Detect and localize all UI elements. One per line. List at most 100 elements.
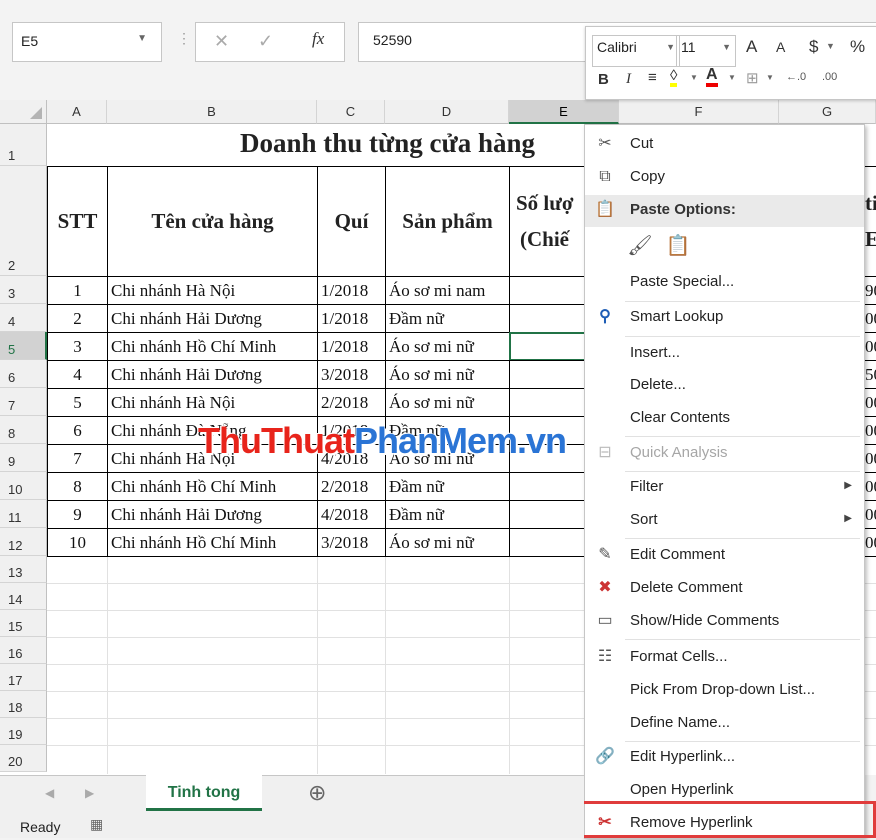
- name-box[interactable]: E5 ▼: [12, 22, 162, 62]
- cell-store[interactable]: Chi nhánh Hồ Chí Minh: [107, 528, 318, 557]
- column-header-a[interactable]: A: [47, 100, 107, 124]
- row-header-7[interactable]: 7: [0, 388, 47, 416]
- scroll-left-icon[interactable]: ◀: [45, 786, 54, 800]
- cell-g[interactable]: 90: [865, 276, 876, 305]
- cancel-icon[interactable]: ✕: [214, 31, 229, 52]
- font-color-icon[interactable]: A: [706, 67, 718, 87]
- column-header-c[interactable]: C: [317, 100, 385, 124]
- select-all-corner[interactable]: [0, 100, 47, 124]
- cell-stt[interactable]: 4: [47, 360, 108, 389]
- cell-stt[interactable]: 3: [47, 332, 108, 361]
- row-header-6[interactable]: 6: [0, 360, 47, 388]
- chevron-down-icon[interactable]: ▼: [766, 73, 774, 82]
- column-header-d[interactable]: D: [385, 100, 509, 124]
- cell-stt[interactable]: 8: [47, 472, 108, 501]
- chevron-down-icon[interactable]: ▼: [690, 73, 698, 82]
- cell-product[interactable]: Áo sơ mi nam: [385, 276, 510, 305]
- header-stt[interactable]: STT: [47, 166, 108, 277]
- cell-store[interactable]: Chi nhánh Hải Dương: [107, 304, 318, 333]
- cell-quarter[interactable]: 1/2018: [317, 276, 386, 305]
- cell-stt[interactable]: 5: [47, 388, 108, 417]
- menu-item-delete[interactable]: Delete...: [585, 370, 864, 402]
- cell-g[interactable]: 00: [865, 416, 876, 445]
- increase-decimal-icon[interactable]: ←.0: [786, 71, 806, 83]
- menu-item-delete-comment[interactable]: ✖ Delete Comment: [585, 573, 864, 605]
- grow-font-icon[interactable]: A: [746, 37, 757, 57]
- cell-g[interactable]: 50: [865, 360, 876, 389]
- percent-icon[interactable]: %: [850, 37, 865, 57]
- cell-quarter[interactable]: 4/2018: [317, 500, 386, 529]
- cell-store[interactable]: Chi nhánh Hải Dương: [107, 360, 318, 389]
- row-header-5[interactable]: 5: [0, 332, 47, 360]
- cell-quarter[interactable]: 1/2018: [317, 332, 386, 361]
- sheet-tab-tinh-tong[interactable]: Tinh tong: [146, 775, 262, 811]
- chevron-down-icon[interactable]: ▼: [826, 41, 835, 51]
- row-header-14[interactable]: 14: [0, 583, 47, 610]
- row-header-8[interactable]: 8: [0, 416, 47, 444]
- menu-item-sort[interactable]: Sort ▶: [585, 505, 864, 537]
- header-product[interactable]: Sản phẩm: [385, 166, 510, 277]
- menu-item-clear-contents[interactable]: Clear Contents: [585, 403, 864, 435]
- row-header-12[interactable]: 12: [0, 528, 47, 556]
- cell-product[interactable]: Đầm nữ: [385, 500, 510, 529]
- cell-store[interactable]: Chi nhánh Hà Nội: [107, 276, 318, 305]
- cell-quarter[interactable]: 1/2018: [317, 304, 386, 333]
- italic-button[interactable]: I: [626, 71, 631, 88]
- cell-product[interactable]: Đầm nữ: [385, 472, 510, 501]
- cell-product[interactable]: Áo sơ mi nữ: [385, 360, 510, 389]
- row-header-3[interactable]: 3: [0, 276, 47, 304]
- chevron-down-icon[interactable]: ▼: [666, 42, 675, 52]
- cell-g[interactable]: 00: [865, 304, 876, 333]
- cell-g[interactable]: 00: [865, 528, 876, 557]
- chevron-down-icon[interactable]: ▼: [728, 73, 736, 82]
- row-header-9[interactable]: 9: [0, 444, 47, 472]
- borders-icon[interactable]: ⊞: [746, 69, 759, 87]
- header-quarter[interactable]: Quí: [317, 166, 386, 277]
- menu-item-edit-comment[interactable]: ✎ Edit Comment: [585, 540, 864, 572]
- cell-stt[interactable]: 2: [47, 304, 108, 333]
- paste-icon[interactable]: 📋: [665, 235, 691, 261]
- cell-product[interactable]: Đầm nữ: [385, 304, 510, 333]
- menu-item-paste-special[interactable]: Paste Special...: [585, 267, 864, 299]
- menu-item-edit-hyperlink[interactable]: 🔗 Edit Hyperlink...: [585, 742, 864, 774]
- menu-item-define-name[interactable]: Define Name...: [585, 708, 864, 740]
- menu-item-smart-lookup[interactable]: ⚲ Smart Lookup: [585, 302, 864, 334]
- font-size-box[interactable]: 11 ▼: [676, 35, 736, 67]
- row-header-2[interactable]: 2: [0, 166, 47, 276]
- cell-g[interactable]: 00: [865, 500, 876, 529]
- row-header-20[interactable]: 20: [0, 745, 47, 772]
- row-header-18[interactable]: 18: [0, 691, 47, 718]
- cell-stt[interactable]: 7: [47, 444, 108, 473]
- cell-store[interactable]: Chi nhánh Hồ Chí Minh: [107, 332, 318, 361]
- macro-record-icon[interactable]: ▦: [90, 816, 103, 833]
- scroll-right-icon[interactable]: ▶: [85, 786, 94, 800]
- menu-item-format-cells[interactable]: ☷ Format Cells...: [585, 642, 864, 674]
- menu-item-show-hide-comments[interactable]: ▭ Show/Hide Comments: [585, 606, 864, 638]
- cell-g[interactable]: 00: [865, 388, 876, 417]
- cell-quarter[interactable]: 3/2018: [317, 528, 386, 557]
- cell-stt[interactable]: 6: [47, 416, 108, 445]
- row-header-16[interactable]: 16: [0, 637, 47, 664]
- paste-formatting-icon[interactable]: 🖌: [627, 235, 653, 261]
- fill-color-icon[interactable]: ◊: [670, 68, 678, 87]
- font-name-box[interactable]: Calibri ▼: [592, 35, 680, 67]
- cell-stt[interactable]: 9: [47, 500, 108, 529]
- cell-product[interactable]: Áo sơ mi nữ: [385, 388, 510, 417]
- cell-stt[interactable]: 10: [47, 528, 108, 557]
- chevron-down-icon[interactable]: ▼: [722, 42, 731, 52]
- cell-product[interactable]: Áo sơ mi nữ: [385, 528, 510, 557]
- row-header-15[interactable]: 15: [0, 610, 47, 637]
- cell-stt[interactable]: 1: [47, 276, 108, 305]
- cell-g[interactable]: 00: [865, 472, 876, 501]
- cell-g[interactable]: 00: [865, 332, 876, 361]
- row-header-19[interactable]: 19: [0, 718, 47, 745]
- row-header-17[interactable]: 17: [0, 664, 47, 691]
- cell-product[interactable]: Áo sơ mi nữ: [385, 332, 510, 361]
- chevron-down-icon[interactable]: ▼: [137, 33, 147, 44]
- cell-store[interactable]: Chi nhánh Hà Nội: [107, 388, 318, 417]
- row-header-10[interactable]: 10: [0, 472, 47, 500]
- align-center-icon[interactable]: ≡: [648, 69, 657, 86]
- column-header-b[interactable]: B: [107, 100, 317, 124]
- menu-item-copy[interactable]: ⧉ Copy: [585, 162, 864, 194]
- title-cell[interactable]: Doanh thu từng cửa hàng: [48, 124, 618, 166]
